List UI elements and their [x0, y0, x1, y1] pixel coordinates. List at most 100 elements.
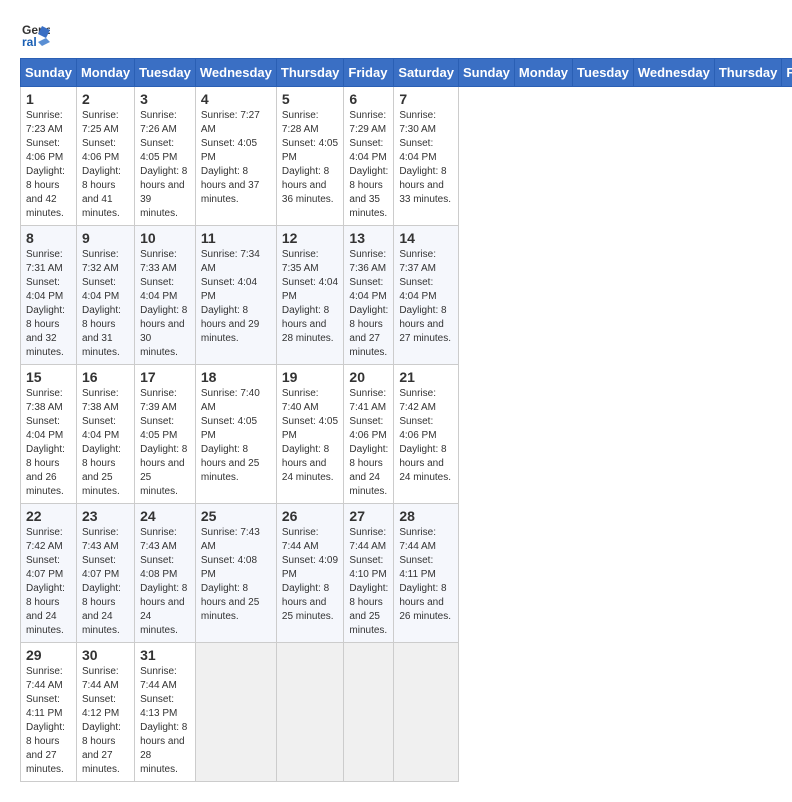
day-info: Sunrise: 7:38 AMSunset: 4:04 PMDaylight:…: [82, 387, 129, 499]
day-number: 15: [26, 369, 71, 385]
col-header-tuesday: Tuesday: [135, 59, 196, 87]
col-header-friday: Friday: [344, 59, 394, 87]
calendar-cell: 6 Sunrise: 7:29 AMSunset: 4:04 PMDaylight…: [344, 87, 394, 226]
day-number: 7: [399, 91, 453, 107]
day-number: 31: [140, 647, 190, 663]
day-number: 11: [201, 230, 271, 246]
day-info: Sunrise: 7:44 AMSunset: 4:13 PMDaylight:…: [140, 665, 190, 777]
calendar-cell: 28Sunrise: 7:44 AMSunset: 4:11 PMDayligh…: [394, 504, 459, 643]
day-info: Sunrise: 7:40 AMSunset: 4:05 PMDaylight:…: [282, 387, 339, 485]
day-number: 3: [140, 91, 190, 107]
col-header-wednesday: Wednesday: [195, 59, 276, 87]
calendar-cell: 24Sunrise: 7:43 AMSunset: 4:08 PMDayligh…: [135, 504, 196, 643]
day-info: Sunrise: 7:26 AMSunset: 4:05 PMDaylight:…: [140, 109, 190, 221]
calendar-cell: 19 Sunrise: 7:40 AMSunset: 4:05 PMDayligh…: [276, 365, 344, 504]
calendar-cell: 5Sunrise: 7:28 AMSunset: 4:05 PMDaylight…: [276, 87, 344, 226]
col-header-thursday: Thursday: [276, 59, 344, 87]
calendar-cell: 9 Sunrise: 7:32 AMSunset: 4:04 PMDaylight…: [76, 226, 134, 365]
page-header: Gene ral: [20, 20, 772, 50]
day-info: Sunrise: 7:29 AMSunset: 4:04 PMDaylight:…: [349, 109, 388, 221]
calendar-cell: [394, 643, 459, 782]
day-info: Sunrise: 7:23 AMSunset: 4:06 PMDaylight:…: [26, 109, 71, 221]
calendar-cell: 11 Sunrise: 7:34 AMSunset: 4:04 PMDayligh…: [195, 226, 276, 365]
day-info: Sunrise: 7:40 AMSunset: 4:05 PMDaylight:…: [201, 387, 271, 485]
day-number: 21: [399, 369, 453, 385]
calendar-cell: 14Sunrise: 7:37 AMSunset: 4:04 PMDayligh…: [394, 226, 459, 365]
col-header-monday: Monday: [76, 59, 134, 87]
day-number: 9: [82, 230, 129, 246]
day-number: 5: [282, 91, 339, 107]
day-info: Sunrise: 7:43 AMSunset: 4:08 PMDaylight:…: [201, 526, 271, 624]
calendar-header-row: SundayMondayTuesdayWednesdayThursdayFrid…: [21, 59, 792, 87]
day-number: 24: [140, 508, 190, 524]
day-info: Sunrise: 7:42 AMSunset: 4:06 PMDaylight:…: [399, 387, 453, 485]
day-info: Sunrise: 7:43 AMSunset: 4:07 PMDaylight:…: [82, 526, 129, 638]
calendar-cell: 15 Sunrise: 7:38 AMSunset: 4:04 PMDayligh…: [21, 365, 77, 504]
calendar-week-row: 29 Sunrise: 7:44 AMSunset: 4:11 PMDayligh…: [21, 643, 792, 782]
day-number: 26: [282, 508, 339, 524]
calendar-cell: 7 Sunrise: 7:30 AMSunset: 4:04 PMDaylight…: [394, 87, 459, 226]
calendar-cell: [344, 643, 394, 782]
col-header-tuesday: Tuesday: [573, 59, 634, 87]
calendar-week-row: 15 Sunrise: 7:38 AMSunset: 4:04 PMDayligh…: [21, 365, 792, 504]
calendar-cell: 21 Sunrise: 7:42 AMSunset: 4:06 PMDayligh…: [394, 365, 459, 504]
day-number: 6: [349, 91, 388, 107]
day-number: 1: [26, 91, 71, 107]
day-number: 19: [282, 369, 339, 385]
day-number: 10: [140, 230, 190, 246]
calendar-cell: [195, 643, 276, 782]
calendar-week-row: 1 Sunrise: 7:23 AMSunset: 4:06 PMDaylight…: [21, 87, 792, 226]
day-info: Sunrise: 7:44 AMSunset: 4:10 PMDaylight:…: [349, 526, 388, 638]
calendar-cell: 10 Sunrise: 7:33 AMSunset: 4:04 PMDayligh…: [135, 226, 196, 365]
calendar-cell: 18 Sunrise: 7:40 AMSunset: 4:05 PMDayligh…: [195, 365, 276, 504]
day-number: 18: [201, 369, 271, 385]
calendar-cell: 22Sunrise: 7:42 AMSunset: 4:07 PMDayligh…: [21, 504, 77, 643]
calendar-cell: 12 Sunrise: 7:35 AMSunset: 4:04 PMDayligh…: [276, 226, 344, 365]
day-number: 27: [349, 508, 388, 524]
calendar-cell: 20 Sunrise: 7:41 AMSunset: 4:06 PMDayligh…: [344, 365, 394, 504]
logo-icon: Gene ral: [20, 20, 50, 50]
day-number: 20: [349, 369, 388, 385]
day-number: 17: [140, 369, 190, 385]
day-number: 14: [399, 230, 453, 246]
calendar-table: SundayMondayTuesdayWednesdayThursdayFrid…: [20, 58, 792, 782]
day-info: Sunrise: 7:38 AMSunset: 4:04 PMDaylight:…: [26, 387, 71, 499]
day-info: Sunrise: 7:39 AMSunset: 4:05 PMDaylight:…: [140, 387, 190, 499]
day-info: Sunrise: 7:44 AMSunset: 4:12 PMDaylight:…: [82, 665, 129, 777]
day-info: Sunrise: 7:33 AMSunset: 4:04 PMDaylight:…: [140, 248, 190, 360]
logo: Gene ral: [20, 20, 52, 50]
calendar-cell: 25 Sunrise: 7:43 AMSunset: 4:08 PMDayligh…: [195, 504, 276, 643]
calendar-week-row: 8 Sunrise: 7:31 AMSunset: 4:04 PMDaylight…: [21, 226, 792, 365]
calendar-cell: 4Sunrise: 7:27 AMSunset: 4:05 PMDaylight…: [195, 87, 276, 226]
day-info: Sunrise: 7:31 AMSunset: 4:04 PMDaylight:…: [26, 248, 71, 360]
day-info: Sunrise: 7:42 AMSunset: 4:07 PMDaylight:…: [26, 526, 71, 638]
svg-text:ral: ral: [22, 35, 37, 49]
day-info: Sunrise: 7:44 AMSunset: 4:09 PMDaylight:…: [282, 526, 339, 624]
calendar-week-row: 22Sunrise: 7:42 AMSunset: 4:07 PMDayligh…: [21, 504, 792, 643]
day-info: Sunrise: 7:36 AMSunset: 4:04 PMDaylight:…: [349, 248, 388, 360]
calendar-cell: 26 Sunrise: 7:44 AMSunset: 4:09 PMDayligh…: [276, 504, 344, 643]
day-info: Sunrise: 7:30 AMSunset: 4:04 PMDaylight:…: [399, 109, 453, 207]
day-number: 23: [82, 508, 129, 524]
day-number: 25: [201, 508, 271, 524]
calendar-cell: 17 Sunrise: 7:39 AMSunset: 4:05 PMDayligh…: [135, 365, 196, 504]
col-header-thursday: Thursday: [714, 59, 782, 87]
day-info: Sunrise: 7:32 AMSunset: 4:04 PMDaylight:…: [82, 248, 129, 360]
calendar-cell: 30Sunrise: 7:44 AMSunset: 4:12 PMDayligh…: [76, 643, 134, 782]
day-number: 2: [82, 91, 129, 107]
day-info: Sunrise: 7:25 AMSunset: 4:06 PMDaylight:…: [82, 109, 129, 221]
calendar-cell: 2 Sunrise: 7:25 AMSunset: 4:06 PMDaylight…: [76, 87, 134, 226]
day-info: Sunrise: 7:35 AMSunset: 4:04 PMDaylight:…: [282, 248, 339, 346]
day-number: 8: [26, 230, 71, 246]
day-info: Sunrise: 7:44 AMSunset: 4:11 PMDaylight:…: [26, 665, 71, 777]
col-header-sunday: Sunday: [21, 59, 77, 87]
day-info: Sunrise: 7:41 AMSunset: 4:06 PMDaylight:…: [349, 387, 388, 499]
calendar-cell: 13Sunrise: 7:36 AMSunset: 4:04 PMDayligh…: [344, 226, 394, 365]
calendar-cell: 27 Sunrise: 7:44 AMSunset: 4:10 PMDayligh…: [344, 504, 394, 643]
day-number: 12: [282, 230, 339, 246]
day-number: 29: [26, 647, 71, 663]
day-info: Sunrise: 7:34 AMSunset: 4:04 PMDaylight:…: [201, 248, 271, 346]
col-header-friday: Friday: [782, 59, 792, 87]
day-number: 4: [201, 91, 271, 107]
calendar-cell: [276, 643, 344, 782]
